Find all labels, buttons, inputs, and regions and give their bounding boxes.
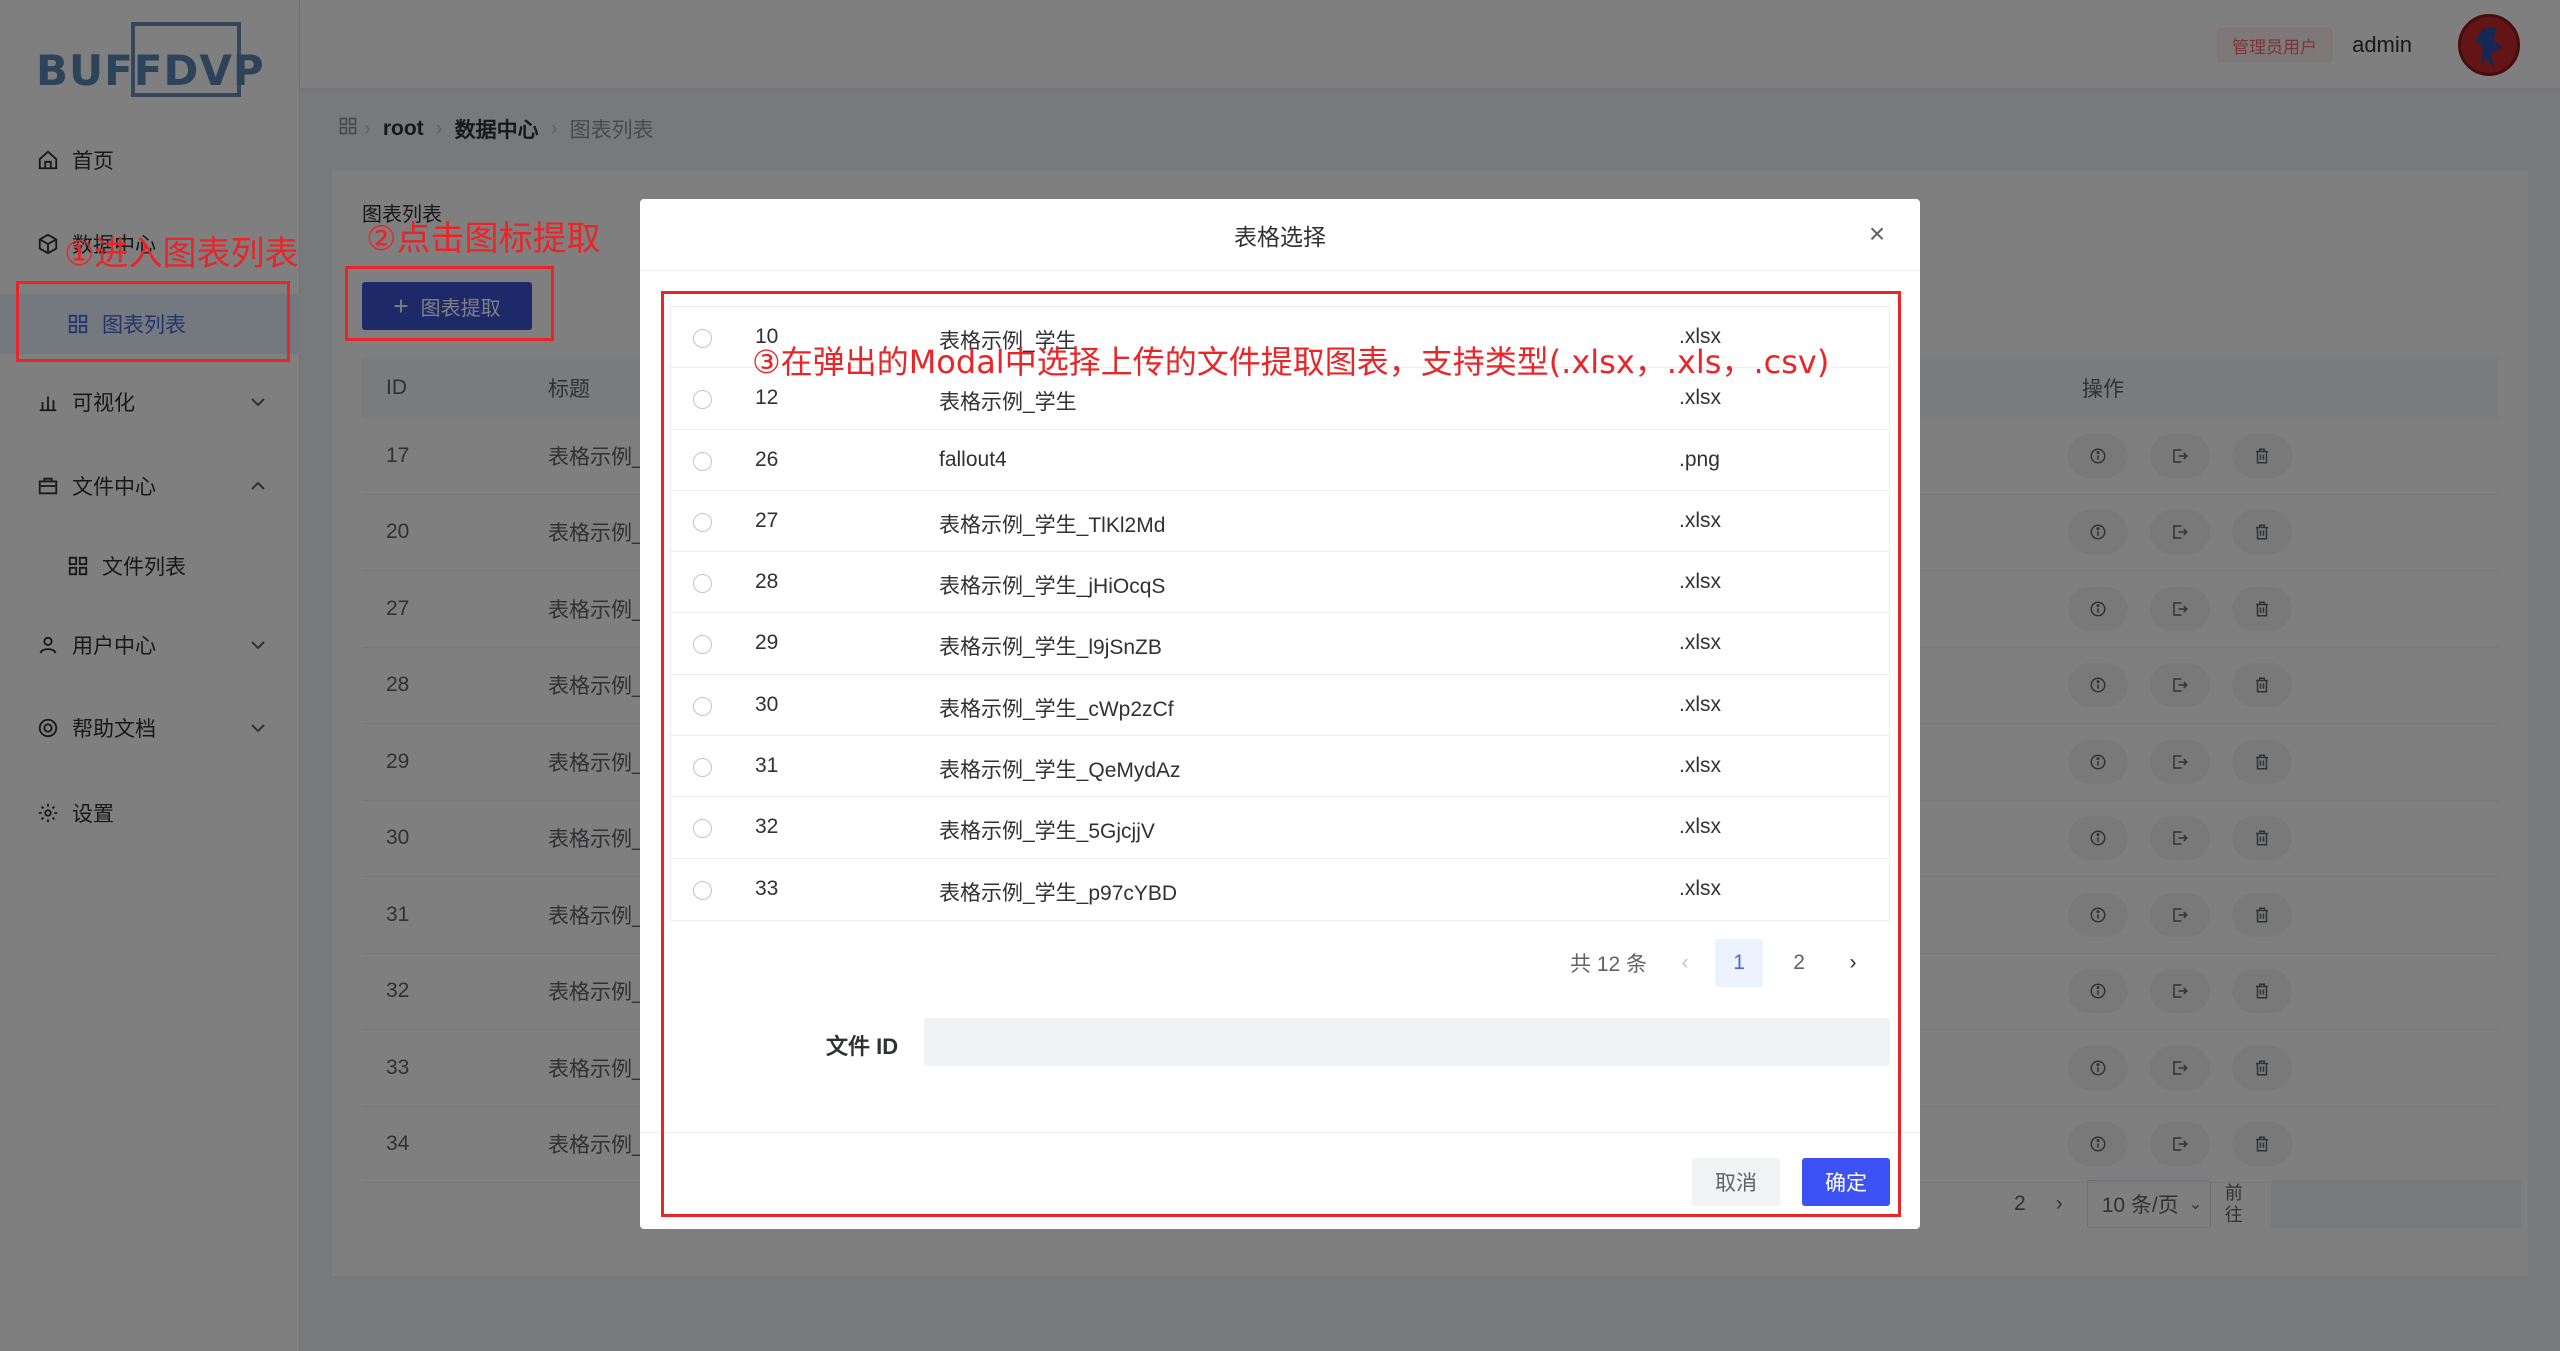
- annotation-box-step1: [16, 281, 290, 362]
- close-icon[interactable]: ×: [1864, 220, 1890, 248]
- table-select-modal: 表格选择 × 10 表格示例_学生 .xlsx 12 表格示例_学生 .xlsx 26 fal…: [640, 199, 1920, 1229]
- modal-title: 表格选择: [1234, 223, 1326, 250]
- annotation-box-step2: [345, 266, 554, 341]
- annotation-step2: ②点击图标提取: [366, 219, 601, 259]
- annotation-box-step3: [661, 291, 1901, 1217]
- annotation-step1: ①进入图表列表: [64, 234, 299, 274]
- annotation-step3: ③在弹出的Modal中选择上传的文件提取图表，支持类型(.xlsx，.xls，.…: [752, 343, 1830, 381]
- modal-header: 表格选择 ×: [640, 199, 1920, 271]
